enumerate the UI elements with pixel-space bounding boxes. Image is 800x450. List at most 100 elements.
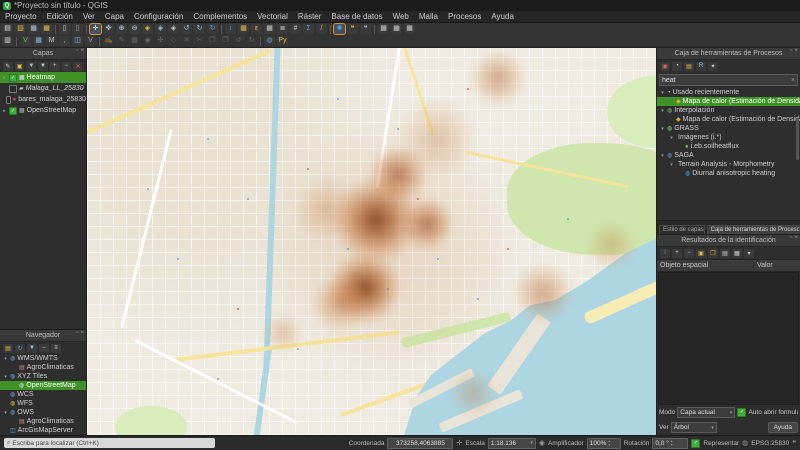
- tab-estilo-de-capas[interactable]: Estilo de capas: [659, 225, 705, 234]
- select-features-icon[interactable]: ▦: [238, 24, 249, 34]
- identify-copy-icon[interactable]: ❐: [708, 248, 718, 258]
- float-panel-icon[interactable]: ▫: [76, 330, 78, 336]
- add-postgis-layer-icon[interactable]: ◫: [72, 36, 83, 46]
- menu-web[interactable]: Web: [388, 11, 414, 22]
- menu-vectorial[interactable]: Vectorial: [252, 11, 293, 22]
- identify-save-icon[interactable]: ▦: [732, 248, 742, 258]
- save-project-as-icon[interactable]: ▦: [41, 24, 52, 34]
- zoom-to-selection-icon[interactable]: ◈: [155, 24, 166, 34]
- attribute-table-icon[interactable]: ≣: [277, 24, 288, 34]
- vertex-tool-icon[interactable]: ◇: [168, 36, 179, 46]
- rotation-field[interactable]: 0,0 ° ▴ ▾: [652, 437, 689, 449]
- layer-malaga-ll[interactable]: ▰ Malaga_LL_25830: [0, 83, 86, 94]
- field-calculator-icon[interactable]: #: [290, 24, 301, 34]
- toggle-editing-icon[interactable]: ✎: [116, 36, 127, 46]
- redo-icon[interactable]: ↻: [246, 36, 257, 46]
- measure-icon[interactable]: /: [316, 24, 327, 34]
- locator-search-input[interactable]: ⌕ Escriba para localizar (Ctrl+K): [4, 438, 215, 448]
- quickmapservices-globe-icon[interactable]: ◍: [264, 36, 275, 46]
- expand-icon[interactable]: ▾: [669, 162, 674, 168]
- processing-models-icon[interactable]: ▣: [660, 61, 670, 71]
- identify-expand-icon[interactable]: +: [672, 248, 682, 258]
- clear-search-icon[interactable]: ×: [791, 77, 797, 84]
- proc-heatmap-interp[interactable]: ◆ Mapa de calor (Estimación de Densidad …: [657, 115, 800, 124]
- processing-r-scripts-icon[interactable]: R: [696, 61, 706, 71]
- layer-visibility-checkbox[interactable]: [6, 95, 11, 104]
- label-options-icon[interactable]: ❝: [347, 24, 358, 34]
- python-console-icon[interactable]: Py: [277, 36, 288, 46]
- expand-icon[interactable]: ▾: [660, 108, 665, 114]
- layer-visibility-checkbox[interactable]: ✓: [9, 73, 17, 82]
- extents-toggle-icon[interactable]: ✛: [456, 439, 462, 447]
- menu-complementos[interactable]: Complementos: [188, 11, 252, 22]
- zoom-next-icon[interactable]: ↻: [194, 24, 205, 34]
- processing-toolbox-icon[interactable]: ✺: [333, 23, 346, 35]
- menu-raster[interactable]: Ráster: [293, 11, 327, 22]
- add-feature-icon[interactable]: ◉: [142, 36, 153, 46]
- identify-settings-icon[interactable]: ▾: [744, 248, 754, 258]
- mode-dropdown[interactable]: Capa actual ▾: [677, 407, 736, 418]
- mesh-transform-icon[interactable]: ▦: [391, 24, 402, 34]
- filter-browser-icon[interactable]: ▼: [27, 343, 37, 353]
- map-canvas[interactable]: [87, 48, 656, 435]
- add-mesh-layer-icon[interactable]: M: [46, 36, 57, 46]
- deselect-features-icon[interactable]: ▦: [264, 24, 275, 34]
- collapse-browser-icon[interactable]: −: [39, 343, 49, 353]
- filter-expression-icon[interactable]: ▼: [38, 61, 48, 71]
- browser-properties-icon[interactable]: ≡: [51, 343, 61, 353]
- processing-search-input[interactable]: [660, 76, 791, 84]
- browser-item-wfs[interactable]: ◍ WFS: [0, 399, 86, 408]
- float-panel-icon[interactable]: ▫: [790, 235, 792, 241]
- magnifier-lock-icon[interactable]: ◉: [539, 439, 545, 447]
- menu-malla[interactable]: Malla: [414, 11, 443, 22]
- expand-icon[interactable]: ▾: [660, 90, 665, 96]
- refresh-browser-icon[interactable]: ↻: [15, 343, 25, 353]
- browser-item-arcgismapserver[interactable]: ◫ ArcGisMapServer: [0, 426, 86, 435]
- save-project-icon[interactable]: ▦: [28, 24, 39, 34]
- menu-proyecto[interactable]: Proyecto: [0, 11, 42, 22]
- identify-expand-new-icon[interactable]: ▣: [696, 248, 706, 258]
- proc-interpolacion-group[interactable]: ▾ ◍ Interpolación: [657, 106, 800, 115]
- expand-icon[interactable]: ▾: [660, 126, 665, 132]
- identify-features-icon[interactable]: i: [225, 24, 236, 34]
- expand-icon[interactable]: ▾: [660, 153, 665, 159]
- layer-bares-malaga[interactable]: ● bares_malaga_25830: [0, 94, 86, 105]
- open-project-icon[interactable]: ▨: [15, 24, 26, 34]
- proc-recent-group[interactable]: ▾ ◔ Usado recientemente: [657, 88, 800, 97]
- proc-diurnal-heating[interactable]: ◍ Diurnal anisotropic heating: [657, 169, 800, 178]
- expand-icon[interactable]: ▾: [3, 374, 8, 380]
- delete-selected-icon[interactable]: ✕: [181, 36, 192, 46]
- identify-results-table[interactable]: [658, 272, 799, 405]
- zoom-full-icon[interactable]: ◈: [142, 24, 153, 34]
- layer-labeling-icon[interactable]: ❝: [360, 24, 371, 34]
- expand-icon[interactable]: ▾: [3, 356, 8, 362]
- proc-terrain-analysis[interactable]: ▾ Terrain Analysis - Morphometry: [657, 160, 800, 169]
- proc-soilheatflux[interactable]: ● i.eb.soilheatflux: [657, 142, 800, 151]
- mesh-digitizing-icon[interactable]: ▦: [378, 24, 389, 34]
- menu-ayuda[interactable]: Ayuda: [486, 11, 519, 22]
- add-raster-layer-icon[interactable]: ▦: [33, 36, 44, 46]
- expand-icon[interactable]: ▾: [3, 410, 8, 416]
- help-button[interactable]: Ayuda: [767, 422, 798, 433]
- proc-grass-group[interactable]: ▾ ◍ GRASS: [657, 124, 800, 133]
- browser-item-openstreetmap[interactable]: ◍ OpenStreetMap: [0, 381, 86, 390]
- move-feature-icon[interactable]: ✣: [155, 36, 166, 46]
- scale-combobox[interactable]: 1:18.136 ▾: [487, 437, 536, 449]
- save-edits-icon[interactable]: ▦: [129, 36, 140, 46]
- close-panel-icon[interactable]: ×: [794, 48, 798, 54]
- spinner-icon[interactable]: ▴ ▾: [608, 439, 610, 447]
- identify-print-icon[interactable]: ▤: [720, 248, 730, 258]
- menu-configuracion[interactable]: Configuración: [129, 11, 188, 22]
- tab-caja-herramientas[interactable]: Caja de herramientas de Procesos: [706, 225, 800, 234]
- remove-layer-icon[interactable]: ✕: [73, 61, 84, 71]
- copy-features-icon[interactable]: ❐: [207, 36, 218, 46]
- statistics-icon[interactable]: Σ: [303, 24, 314, 34]
- proc-saga-group[interactable]: ▾ ◍ SAGA: [657, 151, 800, 160]
- add-vector-layer-icon[interactable]: V: [20, 36, 31, 46]
- proc-heatmap-recent[interactable]: ◆ Mapa de calor (Estimación de Densidad …: [657, 97, 800, 106]
- zoom-last-icon[interactable]: ↺: [181, 24, 192, 34]
- expand-all-icon[interactable]: +: [49, 61, 60, 71]
- identify-collapse-icon[interactable]: −: [684, 248, 694, 258]
- collapse-all-icon[interactable]: −: [61, 61, 72, 71]
- layer-openstreetmap[interactable]: ▸ ✓ ▦ OpenStreetMap: [0, 105, 86, 116]
